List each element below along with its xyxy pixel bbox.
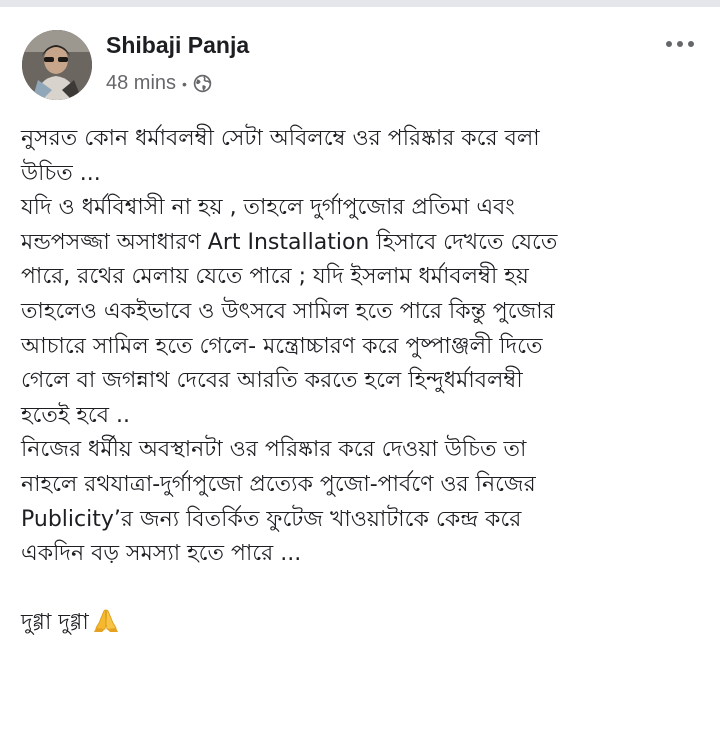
folded-hands-icon [93, 607, 119, 645]
post-text-line: যদি ও ধর্মবিশ্বাসী না হয় , তাহলে দুর্গা… [21, 195, 515, 221]
post-text-line: নুসরত কোন ধর্মাবলম্বী সেটা অবিলম্বে ওর প… [21, 126, 540, 151]
avatar-photo [22, 30, 92, 100]
post-text-line: তাহলেও একইভাবে ও উৎসবে সামিল হতে পারে কি… [21, 298, 555, 324]
post-text-line: নাহলে রথযাত্রা-দুর্গাপুজো প্রত্যেক পুজো-… [21, 471, 536, 497]
post-text-line: গেলে বা জগন্নাথ দেবের আরতি করতে হলে হিন্… [21, 368, 523, 394]
post-text-line: Publicity’র জন্য বিতর্কিত ফুটেজ খাওয়াটা… [21, 506, 522, 532]
more-options-icon[interactable] [662, 32, 698, 56]
post-meta: 48 mins • [106, 72, 212, 95]
more-dot [677, 41, 683, 47]
author-name[interactable]: Shibaji Panja [106, 32, 249, 59]
post-text-line: উচিত ... [21, 160, 101, 186]
more-dot [666, 41, 672, 47]
post-header: Shibaji Panja 48 mins • [22, 28, 702, 108]
closing-text: দুগ্গা দুগ্গা [21, 609, 89, 635]
top-divider [0, 0, 720, 7]
avatar[interactable] [22, 30, 92, 100]
post-text-line: একদিন বড় সমস্যা হতে পারে ... [21, 541, 302, 567]
post-body: নুসরত কোন ধর্মাবলম্বী সেটা অবিলম্বে ওর প… [21, 122, 701, 640]
post-closing-line: দুগ্গা দুগ্গা [21, 606, 701, 641]
post-text-line: মন্ডপসজ্জা অসাধারণ Art Installation হিসা… [21, 229, 558, 255]
meta-separator: • [182, 75, 187, 92]
globe-icon[interactable] [193, 74, 212, 93]
more-dot [688, 41, 694, 47]
post-text-line: নিজের ধর্মীয় অবস্থানটা ওর পরিষ্কার করে … [21, 437, 527, 463]
post-text-line: হতেই হবে .. [21, 402, 130, 428]
post-timestamp[interactable]: 48 mins [106, 72, 176, 95]
post-text-line: পারে, রথের মেলায় যেতে পারে ; যদি ইসলাম … [21, 264, 529, 290]
post-text-line: আচারে সামিল হতে গেলে- মন্ত্রোচ্চারণ করে … [21, 333, 543, 359]
